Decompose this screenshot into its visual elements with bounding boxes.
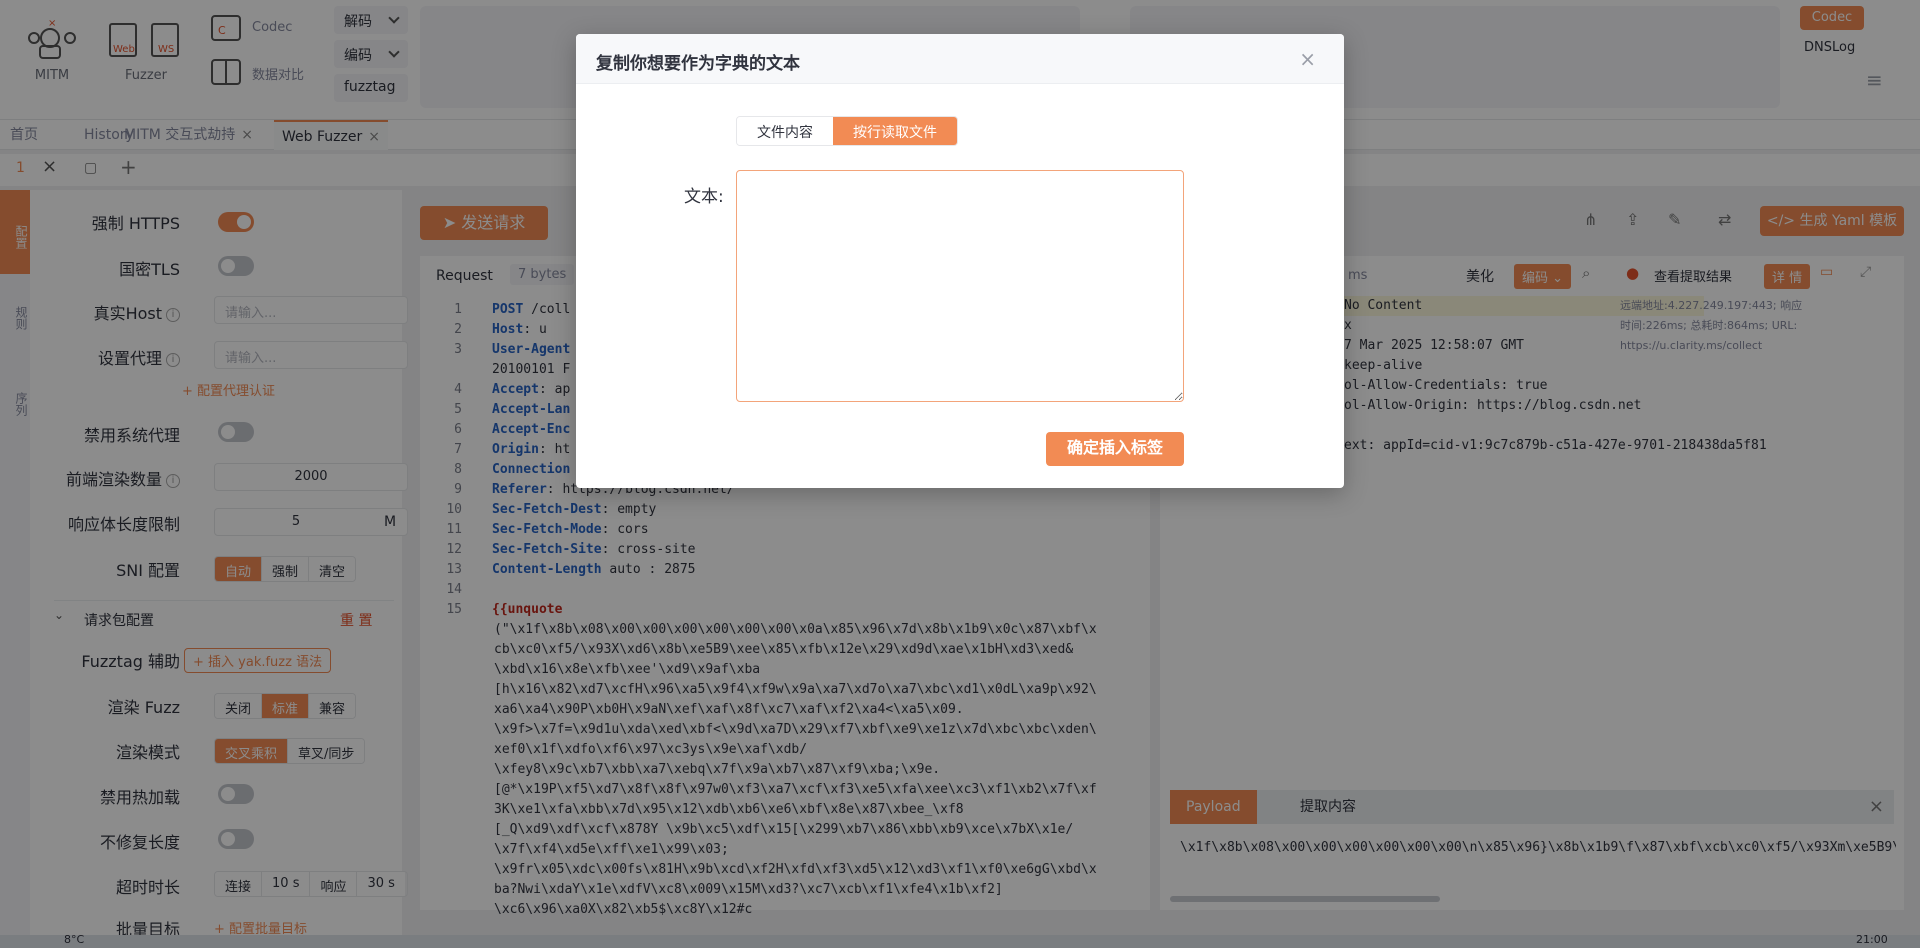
modal-title: 复制你想要作为字典的文本 [596,54,800,74]
tab-file-content[interactable]: 文件内容 [737,117,833,145]
tab-read-lines[interactable]: 按行读取文件 [833,117,957,145]
confirm-insert-button[interactable]: 确定插入标签 [1046,432,1184,466]
dictionary-textarea[interactable] [736,170,1184,402]
mode-segment: 文件内容 按行读取文件 [736,116,958,146]
close-icon[interactable]: × [1299,47,1316,71]
text-label: 文本: [684,187,724,207]
dictionary-text-modal: 复制你想要作为字典的文本 × 文件内容 按行读取文件 文本: 确定插入标签 [576,34,1344,488]
modal-header: 复制你想要作为字典的文本 × [576,34,1344,84]
